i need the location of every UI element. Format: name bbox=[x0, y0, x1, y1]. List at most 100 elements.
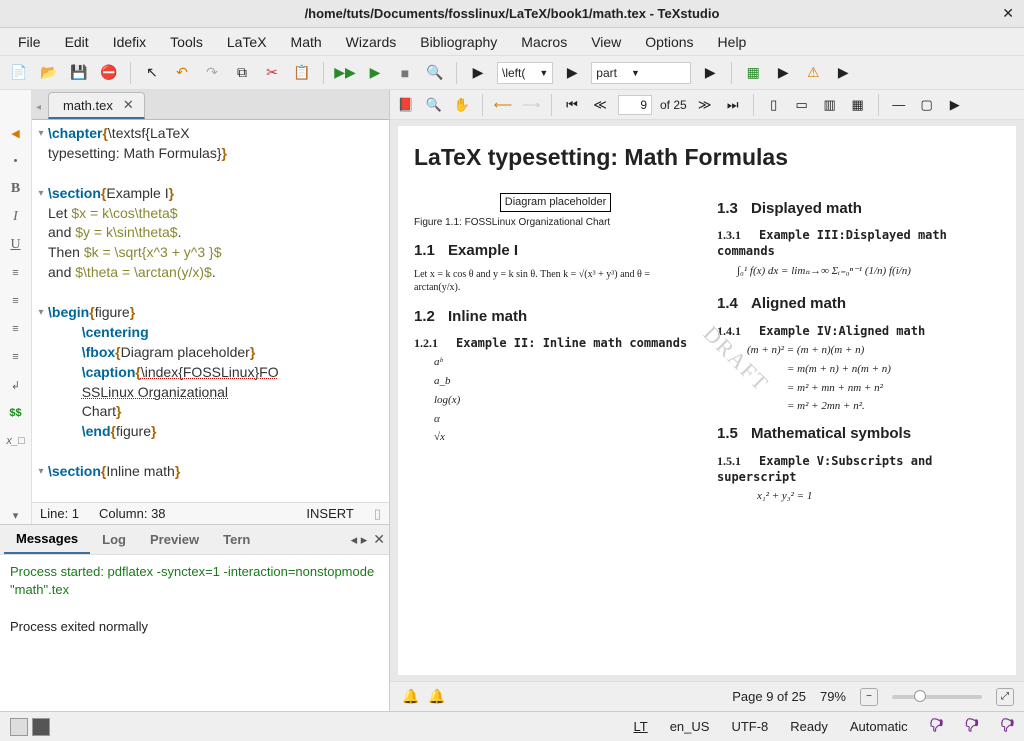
tab-close-icon[interactable]: ✕ bbox=[123, 97, 134, 113]
menu-tools[interactable]: Tools bbox=[160, 30, 213, 54]
main-toolbar: 📄 📂 💾 ⛔ ↖ ↶ ↷ ⧉ ✂ 📋 ▶▶ ▶ ■ 🔍 ▶ \left( ▼ … bbox=[0, 56, 1024, 90]
save-icon[interactable]: 💾 bbox=[68, 62, 90, 84]
code-editor[interactable]: ▾\chapter{\textsf{LaTeX typesetting: Mat… bbox=[32, 120, 389, 502]
layout1-icon[interactable] bbox=[10, 718, 28, 736]
fit-page-icon[interactable]: ▢ bbox=[917, 95, 937, 115]
tab-math-tex[interactable]: math.tex ✕ bbox=[48, 92, 145, 119]
tab-preview[interactable]: Preview bbox=[138, 526, 211, 553]
mathmode-icon[interactable]: $$ bbox=[0, 404, 31, 422]
zoom-tool-icon[interactable]: 🔍 bbox=[424, 95, 444, 115]
more-icon[interactable]: ▶ bbox=[945, 95, 965, 115]
menu-wizards[interactable]: Wizards bbox=[336, 30, 407, 54]
messages-close-icon[interactable]: ✕ bbox=[373, 531, 385, 548]
grid-icon[interactable]: ▦ bbox=[848, 95, 868, 115]
next2-icon[interactable]: ▶ bbox=[561, 62, 583, 84]
bold-icon[interactable]: B bbox=[0, 180, 31, 198]
menu-macros[interactable]: Macros bbox=[511, 30, 577, 54]
single-page-icon[interactable]: ▯ bbox=[764, 95, 784, 115]
languagetool-label[interactable]: LT bbox=[633, 719, 647, 734]
hand-tool-icon[interactable]: ✋ bbox=[452, 95, 472, 115]
synctex2-icon[interactable]: 🔔 bbox=[426, 686, 448, 708]
pdf-viewport[interactable]: LaTeX typesetting: Math Formulas DRAFT D… bbox=[390, 120, 1024, 681]
two-page-icon[interactable]: ▥ bbox=[820, 95, 840, 115]
preview-col-right: 1.3Displayed math 1.3.1Example III:Displ… bbox=[717, 187, 1000, 657]
nav-fwd-icon[interactable]: ⟶ bbox=[521, 95, 541, 115]
tab-terminal[interactable]: Tern bbox=[211, 526, 262, 553]
zoom-out-button[interactable]: − bbox=[860, 688, 878, 706]
tab-scroll-left[interactable]: ◂ bbox=[36, 102, 48, 119]
tab-log[interactable]: Log bbox=[90, 526, 138, 553]
cut-icon[interactable]: ✂ bbox=[261, 62, 283, 84]
open-file-icon[interactable]: 📂 bbox=[38, 62, 60, 84]
footer-page: Page 9 of 25 bbox=[732, 689, 806, 704]
copy-icon[interactable]: ⧉ bbox=[231, 62, 253, 84]
align-right-icon[interactable]: ≡ bbox=[0, 320, 31, 338]
view-pdf-icon[interactable]: 🔍 bbox=[424, 62, 446, 84]
compile-icon[interactable]: ▶ bbox=[364, 62, 386, 84]
undo-icon[interactable]: ↶ bbox=[171, 62, 193, 84]
menu-bibliography[interactable]: Bibliography bbox=[410, 30, 507, 54]
subscript-icon[interactable]: x_□ bbox=[0, 432, 31, 450]
menu-file[interactable]: File bbox=[8, 30, 51, 54]
warning-icon[interactable]: ⚠ bbox=[802, 62, 824, 84]
tab-label: math.tex bbox=[63, 98, 113, 113]
status-overflow-icon[interactable]: ▯ bbox=[374, 506, 381, 522]
editor-column: ◂ math.tex ✕ ▾\chapter{\textsf{LaTeX typ… bbox=[32, 90, 389, 524]
newline-icon[interactable]: ↲ bbox=[0, 376, 31, 394]
underline-icon[interactable]: U bbox=[0, 236, 31, 254]
continuous-icon[interactable]: ▭ bbox=[792, 95, 812, 115]
close-icon[interactable]: ✕ bbox=[1002, 5, 1014, 22]
gutter-expand-icon[interactable]: ▾ bbox=[0, 506, 31, 524]
last-page-icon[interactable]: ⏭ bbox=[723, 95, 743, 115]
cursor-icon[interactable]: ↖ bbox=[141, 62, 163, 84]
bookmark3-icon[interactable]: 🖓 bbox=[1001, 715, 1014, 739]
align-center-icon[interactable]: ≡ bbox=[0, 292, 31, 310]
next-page-icon[interactable]: ≫ bbox=[695, 95, 715, 115]
menu-help[interactable]: Help bbox=[708, 30, 757, 54]
table-icon[interactable]: ▦ bbox=[742, 62, 764, 84]
nav-back-icon[interactable]: ⟵ bbox=[493, 95, 513, 115]
prev-page-icon[interactable]: ≪ bbox=[590, 95, 610, 115]
menu-idefix[interactable]: Idefix bbox=[103, 30, 156, 54]
paste-icon[interactable]: 📋 bbox=[291, 62, 313, 84]
menu-view[interactable]: View bbox=[581, 30, 631, 54]
stop-icon[interactable]: ■ bbox=[394, 62, 416, 84]
next5-icon[interactable]: ▶ bbox=[832, 62, 854, 84]
close-file-icon[interactable]: ⛔ bbox=[98, 62, 120, 84]
bracket-combo[interactable]: \left( ▼ bbox=[497, 62, 553, 84]
italic-icon[interactable]: I bbox=[0, 208, 31, 226]
layout2-icon[interactable] bbox=[32, 718, 50, 736]
page-title: LaTeX typesetting: Math Formulas bbox=[414, 144, 1000, 171]
next3-icon[interactable]: ▶ bbox=[699, 62, 721, 84]
build-run-icon[interactable]: ▶▶ bbox=[334, 62, 356, 84]
encoding-label[interactable]: UTF-8 bbox=[731, 719, 768, 734]
page-number-input[interactable]: 9 bbox=[618, 95, 652, 115]
pdf-icon[interactable]: 📕 bbox=[396, 95, 416, 115]
section-combo[interactable]: part ▼ bbox=[591, 62, 691, 84]
menu-latex[interactable]: LaTeX bbox=[217, 30, 277, 54]
window-title: /home/tuts/Documents/fosslinux/LaTeX/boo… bbox=[305, 6, 720, 21]
menu-edit[interactable]: Edit bbox=[55, 30, 99, 54]
messages-body: Process started: pdflatex -synctex=1 -in… bbox=[0, 555, 389, 711]
next-placeholder-icon[interactable]: ▶ bbox=[467, 62, 489, 84]
gutter-back-icon[interactable]: ◀ bbox=[0, 124, 31, 142]
first-page-icon[interactable]: ⏮ bbox=[562, 95, 582, 115]
bookmark2-icon[interactable]: 🖓 bbox=[965, 715, 978, 739]
list-icon[interactable]: ≡ bbox=[0, 348, 31, 366]
menu-math[interactable]: Math bbox=[281, 30, 332, 54]
next4-icon[interactable]: ▶ bbox=[772, 62, 794, 84]
tab-messages[interactable]: Messages bbox=[4, 525, 90, 554]
fit-width-icon[interactable]: — bbox=[889, 95, 909, 115]
zoom-slider[interactable] bbox=[892, 695, 982, 699]
synctex-icon[interactable]: 🔔 bbox=[400, 686, 422, 708]
bookmark1-icon[interactable]: 🖓 bbox=[930, 715, 943, 739]
zoom-fit-button[interactable]: ⤢ bbox=[996, 688, 1014, 706]
align-left-icon[interactable]: ≡ bbox=[0, 264, 31, 282]
new-file-icon[interactable]: 📄 bbox=[8, 62, 30, 84]
root-mode-label[interactable]: Automatic bbox=[850, 719, 908, 734]
menu-options[interactable]: Options bbox=[635, 30, 703, 54]
language-label[interactable]: en_US bbox=[670, 719, 710, 734]
redo-icon[interactable]: ↷ bbox=[201, 62, 223, 84]
gutter-dot[interactable]: • bbox=[0, 152, 31, 170]
tabs-scroll-icons[interactable]: ◂ ▸ bbox=[351, 532, 368, 548]
